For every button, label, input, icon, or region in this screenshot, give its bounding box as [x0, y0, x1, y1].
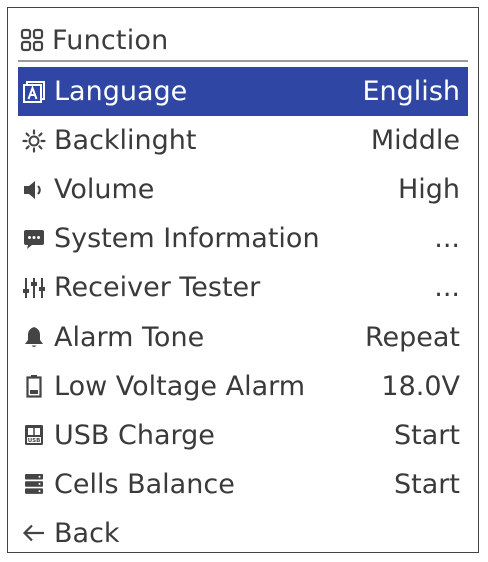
- back-arrow-icon: [20, 519, 48, 547]
- menu-item-language[interactable]: Language English: [18, 67, 468, 117]
- menu-item-value: High: [397, 174, 460, 206]
- menu-item-low-voltage-alarm[interactable]: Low Voltage Alarm 18.0V: [18, 362, 468, 411]
- menu-item-value: Start: [394, 468, 460, 500]
- menu-item-label: Alarm Tone: [54, 321, 205, 353]
- menu-item-label: System Information: [54, 223, 320, 255]
- battery-icon: [20, 372, 48, 400]
- language-icon: [20, 78, 48, 106]
- menu-item-alarm-tone[interactable]: Alarm Tone Repeat: [18, 312, 468, 361]
- menu-item-label: Cells Balance: [54, 468, 235, 500]
- bell-icon: [20, 323, 48, 351]
- menu-item-cells-balance[interactable]: Cells Balance Start: [18, 460, 468, 509]
- menu-item-value: Start: [394, 419, 460, 451]
- menu-item-label: Receiver Tester: [54, 272, 261, 304]
- usb-icon: USB: [20, 421, 48, 449]
- menu-item-label: Backlinght: [54, 125, 197, 157]
- menu-header: Function: [18, 22, 168, 58]
- menu-item-system-information[interactable]: System Information ...: [18, 214, 468, 263]
- menu-item-volume[interactable]: Volume High: [18, 165, 468, 214]
- screen-frame: Function Language English Backlinght Mid…: [7, 7, 479, 553]
- menu-item-receiver-tester[interactable]: Receiver Tester ...: [18, 263, 468, 312]
- menu-item-label: Low Voltage Alarm: [54, 370, 306, 402]
- function-menu: Language English Backlinght Middle Volum…: [18, 67, 468, 558]
- menu-item-value: ...: [434, 272, 460, 304]
- menu-item-backlight[interactable]: Backlinght Middle: [18, 116, 468, 165]
- stack-icon: [20, 470, 48, 498]
- chat-icon: [20, 225, 48, 253]
- menu-item-label: Back: [54, 517, 120, 549]
- speaker-icon: [20, 176, 48, 204]
- menu-item-value: English: [362, 76, 461, 108]
- menu-item-value: Middle: [370, 125, 460, 157]
- menu-item-value: 18.0V: [381, 370, 460, 402]
- header-divider: [18, 60, 468, 62]
- menu-item-back[interactable]: Back: [18, 509, 468, 558]
- grid-icon: [18, 26, 46, 54]
- menu-item-value: Repeat: [364, 321, 460, 353]
- menu-item-label: USB Charge: [54, 419, 215, 451]
- sliders-icon: [20, 274, 48, 302]
- sun-icon: [20, 127, 48, 155]
- svg-text:USB: USB: [28, 438, 41, 444]
- page-title: Function: [52, 24, 169, 56]
- menu-item-label: Volume: [54, 174, 155, 206]
- menu-item-value: ...: [434, 223, 460, 255]
- menu-item-usb-charge[interactable]: USB USB Charge Start: [18, 411, 468, 460]
- menu-item-label: Language: [54, 76, 188, 108]
